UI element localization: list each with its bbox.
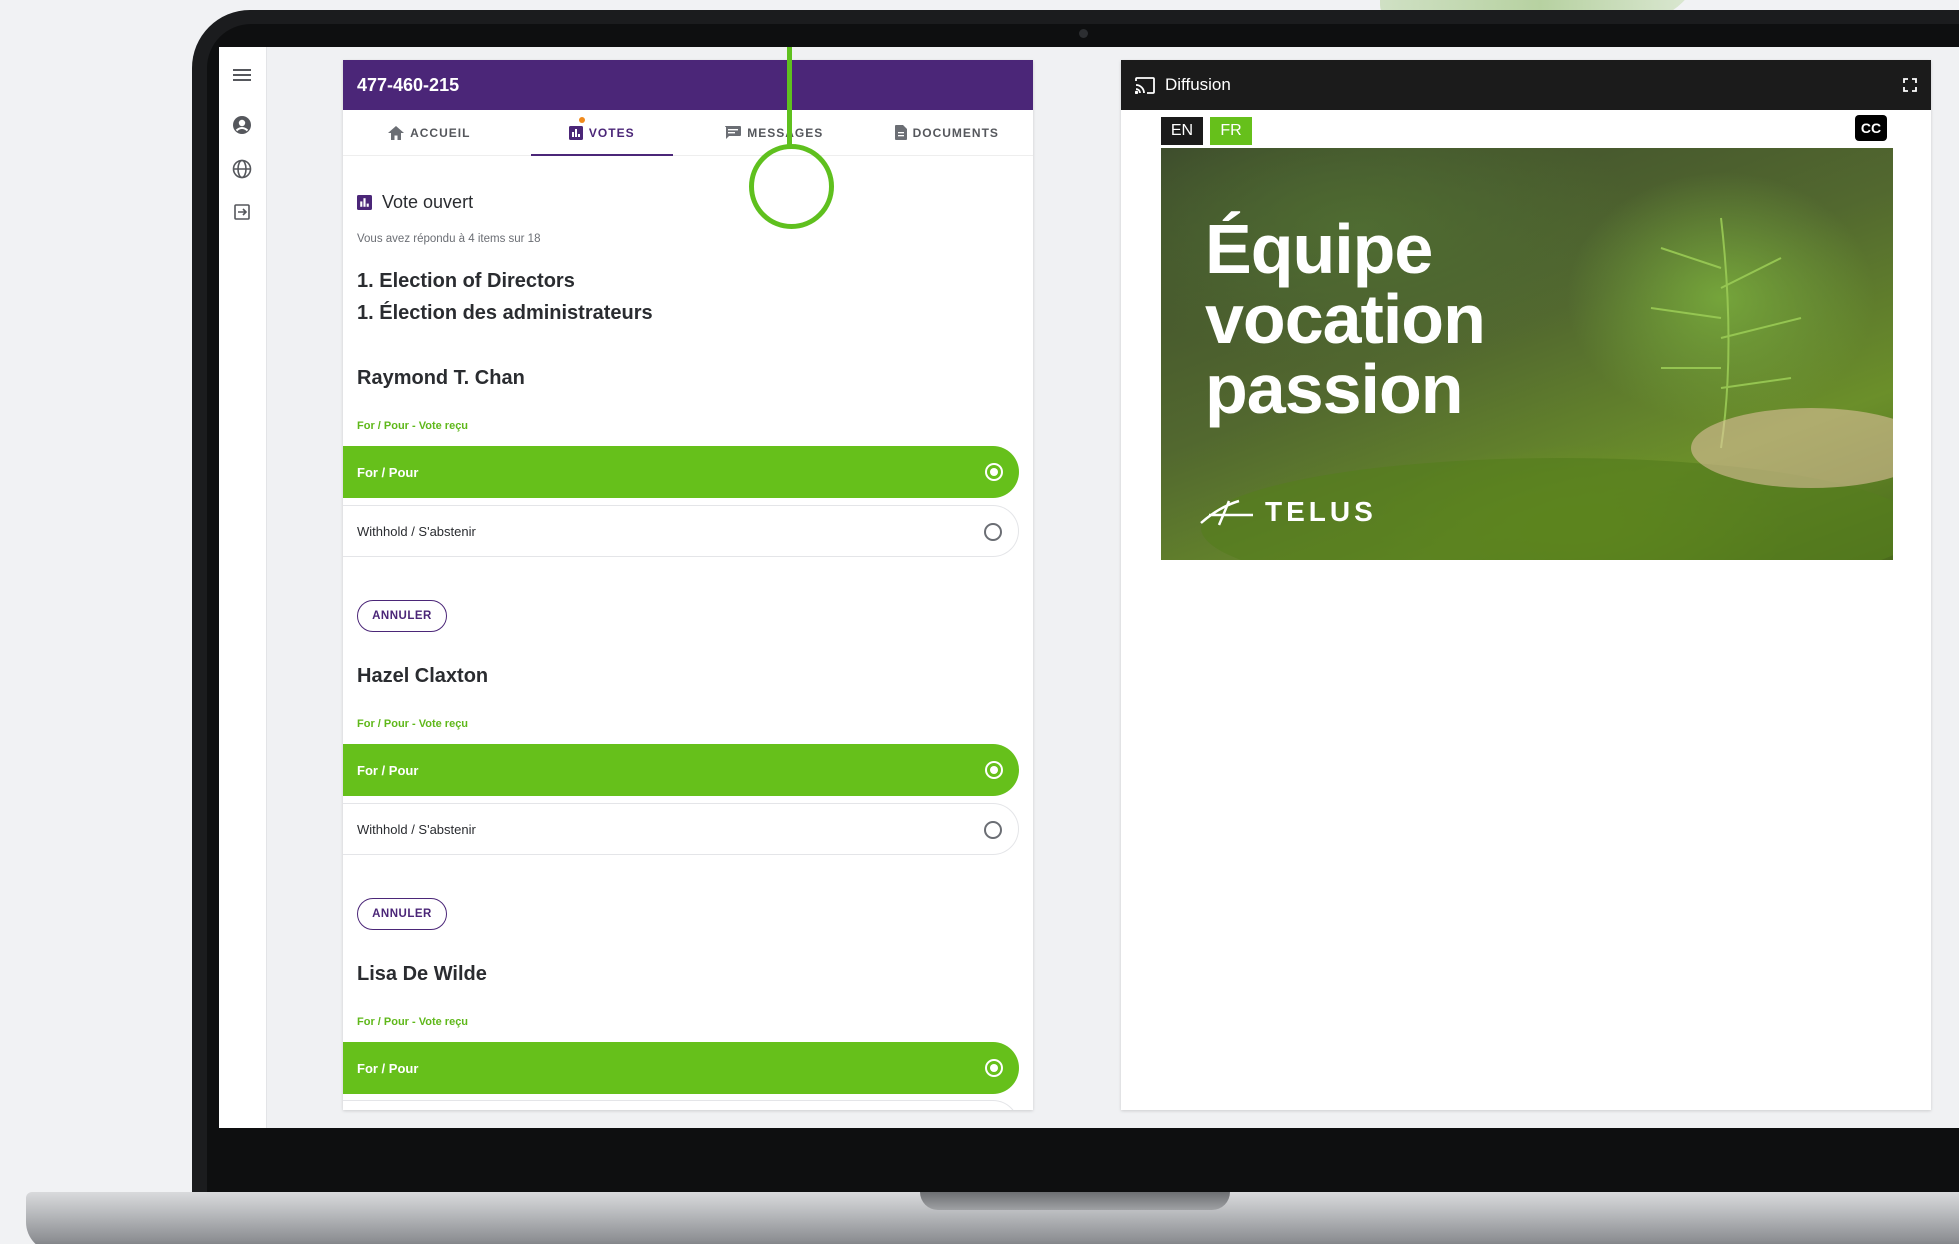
bar-chart-icon: [568, 125, 583, 140]
callout-ring: [749, 144, 834, 229]
option-for[interactable]: For / Pour: [343, 1042, 1019, 1094]
chat-icon: [725, 125, 742, 139]
candidate-name: Lisa De Wilde: [357, 963, 487, 985]
globe-icon[interactable]: [231, 158, 253, 180]
meeting-id: 477-460-215: [343, 60, 1033, 110]
vote-status: For / Pour - Vote reçu: [357, 1016, 469, 1028]
option-for[interactable]: For / Pour: [343, 744, 1019, 796]
screen: 477-460-215 ACCUEIL VOTES MESSAGES DOCUM…: [219, 47, 1959, 1128]
vote-progress: Vous avez répondu à 4 items sur 18: [357, 233, 541, 245]
fullscreen-icon[interactable]: [1903, 78, 1917, 92]
logout-icon[interactable]: [231, 201, 253, 223]
tab-votes[interactable]: VOTES: [516, 110, 689, 156]
lang-en-button[interactable]: EN: [1161, 117, 1203, 145]
cancel-button[interactable]: ANNULER: [357, 600, 447, 632]
radio-selected: [985, 761, 1003, 779]
cast-icon: [1135, 76, 1155, 94]
lang-fr-button[interactable]: FR: [1210, 117, 1252, 145]
option-for[interactable]: For / Pour: [343, 446, 1019, 498]
video-player[interactable]: Équipe vocation passion TELUS: [1161, 148, 1893, 560]
home-icon: [388, 125, 405, 140]
radio-unselected: [984, 821, 1002, 839]
account-icon[interactable]: [231, 114, 253, 136]
document-icon: [894, 125, 907, 140]
item-title-fr: 1. Élection des administrateurs: [357, 302, 653, 324]
option-withhold[interactable]: [343, 1100, 1019, 1110]
laptop-notch: [920, 1192, 1230, 1210]
vote-status: For / Pour - Vote reçu: [357, 718, 469, 730]
telus-swoosh-icon: [1200, 499, 1253, 526]
video-headline: Équipe vocation passion: [1205, 210, 1486, 428]
radio-selected: [985, 463, 1003, 481]
vote-title: Vote ouvert: [357, 192, 473, 213]
diffusion-panel: Diffusion EN FR CC Équipe vocation passi…: [1121, 60, 1931, 1110]
option-withhold[interactable]: Withhold / S'abstenir: [343, 505, 1019, 557]
vote-status: For / Pour - Vote reçu: [357, 420, 469, 432]
voting-panel: 477-460-215 ACCUEIL VOTES MESSAGES DOCUM…: [343, 60, 1033, 1110]
tab-bar: ACCUEIL VOTES MESSAGES DOCUMENTS: [343, 110, 1033, 156]
item-title-en: 1. Election of Directors: [357, 270, 575, 292]
notification-dot: [578, 117, 585, 123]
cancel-button[interactable]: ANNULER: [357, 898, 447, 930]
sidebar: [219, 47, 267, 1128]
callout-line: [787, 47, 792, 145]
tab-documents[interactable]: DOCUMENTS: [861, 110, 1034, 155]
telus-logo: TELUS: [1199, 496, 1377, 528]
bar-chart-icon: [357, 195, 372, 210]
menu-icon[interactable]: [231, 64, 253, 86]
tab-accueil[interactable]: ACCUEIL: [343, 110, 516, 155]
captions-button[interactable]: CC: [1855, 115, 1887, 141]
radio-selected: [985, 1059, 1003, 1077]
option-withhold[interactable]: Withhold / S'abstenir: [343, 803, 1019, 855]
radio-unselected: [984, 523, 1002, 541]
camera: [1079, 29, 1088, 38]
diffusion-header: Diffusion: [1121, 60, 1931, 110]
candidate-name: Hazel Claxton: [357, 665, 489, 687]
candidate-name: Raymond T. Chan: [357, 367, 525, 389]
